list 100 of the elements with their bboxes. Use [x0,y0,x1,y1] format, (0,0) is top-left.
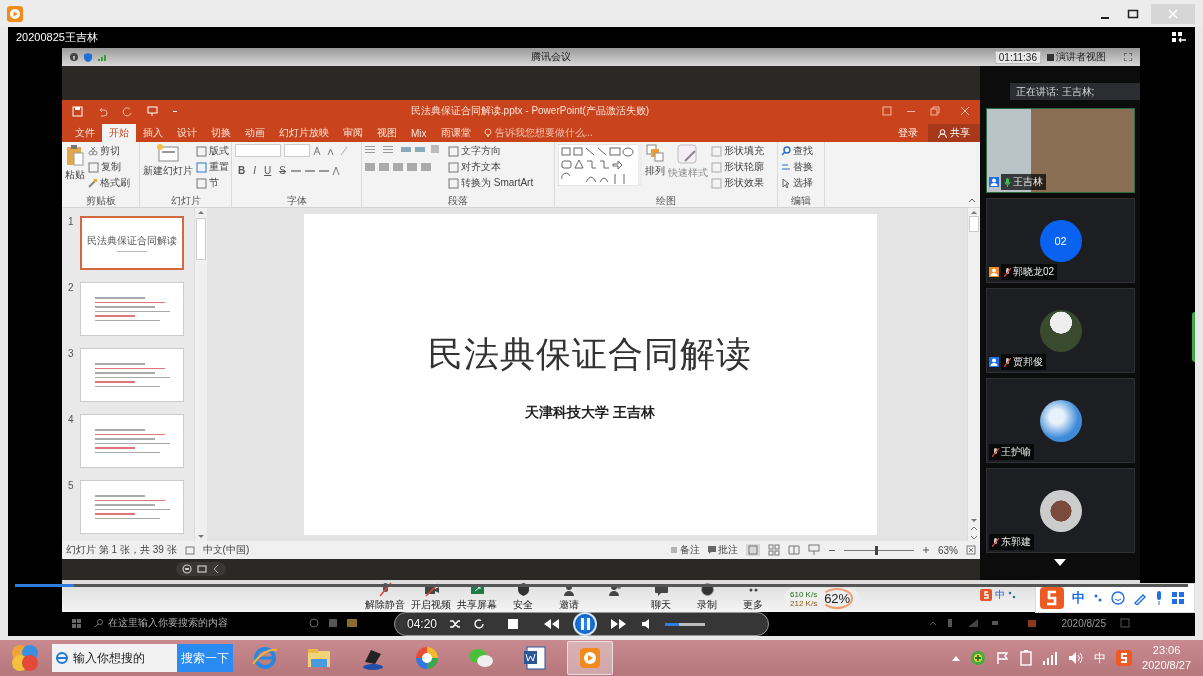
ribbon-command[interactable]: 查找 [781,144,813,158]
reading-view-icon[interactable] [788,544,800,556]
sogou-logo-icon[interactable] [1040,587,1064,609]
flag-icon[interactable] [996,651,1011,665]
zoom-slider-thumb[interactable] [875,545,879,555]
scrollbar-thumb[interactable] [196,218,206,260]
slide-thumbnail[interactable] [80,348,184,402]
input-mode: 中 [1072,589,1085,607]
sogou-logo-icon[interactable] [1116,650,1133,666]
playlist-icon[interactable] [1171,30,1187,45]
restore-icon[interactable] [930,106,940,116]
save-icon[interactable] [72,105,83,117]
notes-button[interactable]: 备注 [670,543,700,557]
scroll-up-icon[interactable] [970,208,978,216]
slideshow-icon[interactable] [808,544,820,556]
ribbon-tab[interactable]: 设计 [170,124,204,142]
scroll-down-icon[interactable] [1054,559,1066,566]
font-size-field[interactable] [284,144,310,157]
participant-name: 郭晓龙02 [1013,265,1055,279]
view-mode-button[interactable]: 演讲者视图 [1056,50,1106,64]
ribbon-tab[interactable]: 雨课堂 [433,124,478,142]
ribbon-command[interactable]: 复制 [88,160,130,174]
ribbon-tab[interactable]: 审阅 [336,124,370,142]
format-button[interactable]: S [276,165,289,176]
ribbon-tab[interactable]: 幻灯片放映 [272,124,336,142]
update-icon[interactable] [970,650,987,666]
scroll-up-icon[interactable] [197,208,205,216]
search-field[interactable]: 输入你想搜的 [52,644,177,672]
search-field[interactable]: 在这里输入你要搜索的内容 [95,616,295,630]
repeat-icon[interactable] [473,618,486,630]
fit-slide-icon[interactable] [966,545,976,555]
ribbon-command[interactable]: 重置 [196,160,229,174]
ribbon-command[interactable]: 形状效果 [711,176,764,190]
ribbon-tab[interactable]: 开始 [102,124,136,142]
ribbon-command[interactable]: 文字方向 [448,144,534,158]
share-button[interactable]: 共享 [928,124,980,142]
ribbon-tab[interactable]: 插入 [136,124,170,142]
font-name-field[interactable] [235,144,281,157]
font-effects-icon[interactable] [290,165,341,176]
battery-icon[interactable] [1020,650,1033,666]
ribbon-tab[interactable]: 切换 [204,124,238,142]
ribbon-command[interactable]: 剪切 [88,144,130,158]
ribbon-command[interactable]: 版式 [196,144,229,158]
presentation-icon[interactable] [147,105,158,117]
paste-button[interactable]: 粘贴 [65,144,85,182]
new-slide-button[interactable]: 新建幻灯片 [143,144,193,178]
slide-thumbnail[interactable] [80,414,184,468]
sorter-view-icon[interactable] [768,544,780,556]
shuffle-icon[interactable] [449,618,462,630]
redo-icon[interactable] [122,105,133,117]
stop-icon[interactable] [507,618,520,630]
next-slide-icon[interactable] [970,533,978,541]
close-icon[interactable] [960,106,970,116]
ribbon-command[interactable]: 转换为 SmartArt [448,176,534,190]
undo-icon[interactable] [97,105,108,117]
ribbon-command[interactable]: 节 [196,176,229,190]
ribbon-command[interactable]: 对齐文本 [448,160,534,174]
emoji-icon[interactable] [1111,591,1125,605]
chat-bubble-icon[interactable] [197,564,207,574]
grow-font-icon[interactable] [313,145,323,156]
sign-in-link[interactable]: 登录 [898,124,918,142]
speaker-icon[interactable] [1068,651,1085,665]
format-button[interactable]: U [261,165,275,176]
grid-icon[interactable] [1172,592,1184,604]
ribbon-tab[interactable]: 文件 [68,124,102,142]
format-button[interactable]: I [250,165,259,176]
format-button[interactable]: B [235,165,249,176]
ribbon-tab[interactable]: Mix [404,124,434,142]
punctuation-icon[interactable] [1093,593,1103,603]
signal-icon[interactable] [1042,651,1059,665]
signal-icon [98,53,107,61]
slide-thumbnail[interactable] [80,480,184,534]
annotation-toolbar[interactable] [176,562,226,576]
fullscreen-icon[interactable] [1124,53,1132,61]
zoom-in-icon[interactable] [922,546,930,554]
shapes-gallery-icon[interactable] [558,144,642,186]
show-hidden-icon[interactable] [952,655,961,661]
scrollbar-thumb[interactable] [969,216,979,232]
ribbon-tab[interactable]: 视图 [370,124,404,142]
slide-thumbnail[interactable]: 民法典保证合同解读 [80,216,184,270]
arrange-button[interactable]: 排列 [645,144,665,178]
comments-button[interactable]: 批注 [708,543,738,557]
ribbon-options-icon[interactable] [882,106,892,116]
maximize-icon[interactable] [1127,7,1139,20]
previous-slide-icon[interactable] [970,525,978,533]
start-orb-icon[interactable] [10,643,40,673]
volume-slider[interactable] [665,622,706,626]
ribbon-command[interactable]: 选择 [781,176,813,190]
ribbon-command[interactable]: 格式刷 [88,176,130,190]
progress-track[interactable] [15,584,1188,587]
collapse-ribbon-icon[interactable] [968,197,976,203]
ribbon-tab[interactable]: 动画 [238,124,272,142]
slide-thumbnail[interactable] [80,282,184,336]
normal-view-icon[interactable] [746,544,760,556]
ribbon-command[interactable]: 形状填充 [711,144,764,158]
ribbon-command[interactable]: 形状轮廓 [711,160,764,174]
collapse-icon[interactable] [212,564,220,574]
ribbon-command[interactable]: 替换 [781,160,813,174]
meeting-title: 腾讯会议 [529,50,572,64]
microphone-icon[interactable] [1154,591,1164,605]
